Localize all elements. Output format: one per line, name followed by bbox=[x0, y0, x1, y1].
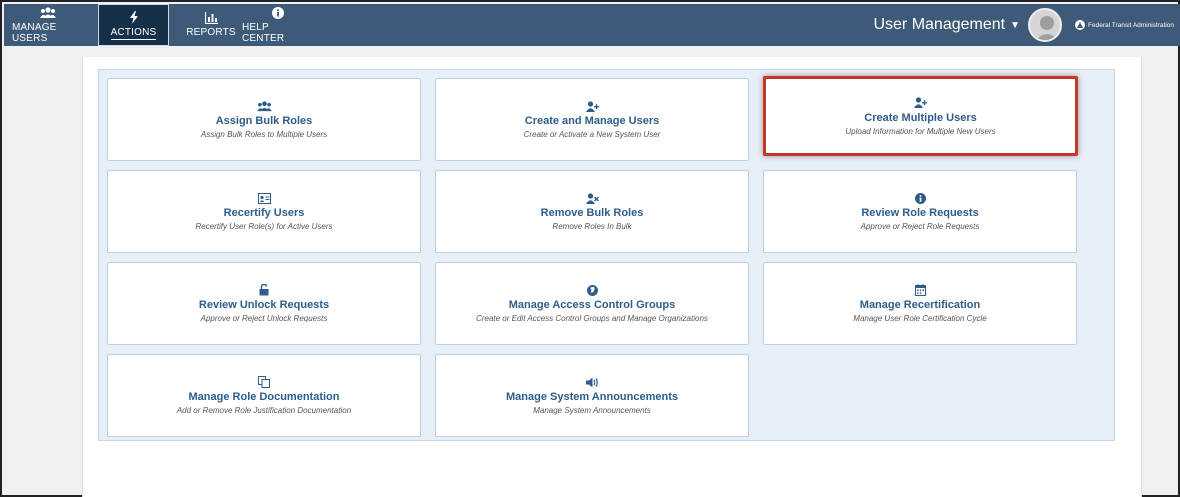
nav-manage-users[interactable]: MANAGE USERS bbox=[12, 4, 84, 46]
id-card-icon bbox=[257, 192, 271, 204]
user-times-icon bbox=[585, 192, 599, 204]
card-manage-recertification[interactable]: Manage Recertification Manage User Role … bbox=[763, 262, 1077, 345]
user-plus-icon bbox=[585, 100, 599, 112]
actions-grid: Assign Bulk Roles Assign Bulk Roles to M… bbox=[98, 69, 1115, 441]
bar-chart-icon bbox=[204, 12, 218, 27]
nav-help-center[interactable]: HELP CENTER bbox=[242, 4, 314, 46]
card-review-unlock-requests[interactable]: Review Unlock Requests Approve or Reject… bbox=[107, 262, 421, 345]
card-description: Remove Roles In Bulk bbox=[552, 222, 632, 231]
avatar[interactable] bbox=[1028, 8, 1062, 42]
card-manage-access-control-groups[interactable]: Manage Access Control Groups Create or E… bbox=[435, 262, 749, 345]
card-title: Create and Manage Users bbox=[524, 115, 660, 127]
nav-reports[interactable]: REPORTS bbox=[186, 4, 236, 46]
card-description: Create or Activate a New System User bbox=[523, 130, 661, 139]
user-management-menu[interactable]: User Management ▼ bbox=[873, 4, 1020, 46]
bolt-icon bbox=[129, 10, 139, 27]
unlock-icon bbox=[259, 284, 269, 296]
card-review-role-requests[interactable]: Review Role Requests Approve or Reject R… bbox=[763, 170, 1077, 253]
agency-icon bbox=[1075, 20, 1086, 30]
card-description: Upload Information for Multiple New User… bbox=[845, 126, 996, 136]
card-manage-role-documentation[interactable]: Manage Role Documentation Add or Remove … bbox=[107, 354, 421, 437]
nav-label: ACTIONS bbox=[110, 26, 157, 40]
agency-name: Federal Transit Administration bbox=[1088, 21, 1174, 29]
card-title: Create Multiple Users bbox=[864, 111, 977, 124]
nav-actions[interactable]: ACTIONS bbox=[98, 4, 169, 46]
card-title: Assign Bulk Roles bbox=[215, 115, 313, 127]
info-icon bbox=[272, 6, 284, 22]
card-description: Recertify User Role(s) for Active Users bbox=[195, 222, 333, 231]
card-description: Assign Bulk Roles to Multiple Users bbox=[200, 130, 328, 139]
card-assign-bulk-roles[interactable]: Assign Bulk Roles Assign Bulk Roles to M… bbox=[107, 78, 421, 161]
card-create-multiple-users[interactable]: Create Multiple Users Upload Information… bbox=[763, 76, 1078, 156]
users-icon bbox=[256, 100, 272, 112]
card-description: Approve or Reject Unlock Requests bbox=[200, 314, 328, 323]
card-title: Review Role Requests bbox=[861, 207, 979, 219]
volume-icon bbox=[585, 376, 599, 388]
app-frame: MANAGE USERS ACTIONS REPORTS HELP CENTER… bbox=[0, 0, 1180, 497]
card-manage-system-announcements[interactable]: Manage System Announcements Manage Syste… bbox=[435, 354, 749, 437]
card-title: Manage System Announcements bbox=[506, 391, 678, 403]
agency-logo: Federal Transit Administration bbox=[1075, 4, 1174, 46]
chevron-down-icon: ▼ bbox=[1010, 19, 1020, 31]
card-title: Review Unlock Requests bbox=[198, 299, 330, 311]
nav-label: MANAGE USERS bbox=[12, 21, 57, 44]
card-title: Recertify Users bbox=[223, 207, 305, 219]
card-title: Manage Role Documentation bbox=[188, 391, 340, 403]
card-description: Manage User Role Certification Cycle bbox=[853, 314, 987, 323]
nav-label: HELP CENTER bbox=[242, 21, 285, 44]
globe-icon bbox=[586, 284, 598, 296]
top-navbar: MANAGE USERS ACTIONS REPORTS HELP CENTER… bbox=[4, 4, 1180, 46]
user-menu-label: User Management bbox=[873, 16, 1006, 33]
calendar-icon bbox=[914, 284, 926, 296]
copy-icon bbox=[258, 376, 270, 388]
card-description: Add or Remove Role Justification Documen… bbox=[176, 406, 352, 415]
card-title: Remove Bulk Roles bbox=[540, 207, 644, 219]
card-description: Create or Edit Access Control Groups and… bbox=[476, 314, 708, 323]
user-plus-icon bbox=[914, 97, 927, 109]
info-circle-icon bbox=[914, 192, 926, 204]
nav-label: REPORTS bbox=[186, 27, 236, 38]
main-content: Assign Bulk Roles Assign Bulk Roles to M… bbox=[82, 57, 1142, 497]
card-description: Manage System Announcements bbox=[533, 406, 651, 415]
card-title: Manage Access Control Groups bbox=[508, 299, 676, 311]
card-recertify-users[interactable]: Recertify Users Recertify User Role(s) f… bbox=[107, 170, 421, 253]
card-create-and-manage-users[interactable]: Create and Manage Users Create or Activa… bbox=[435, 78, 749, 161]
card-description: Approve or Reject Role Requests bbox=[860, 222, 980, 231]
users-icon bbox=[40, 6, 56, 22]
card-remove-bulk-roles[interactable]: Remove Bulk Roles Remove Roles In Bulk bbox=[435, 170, 749, 253]
card-title: Manage Recertification bbox=[859, 299, 981, 311]
